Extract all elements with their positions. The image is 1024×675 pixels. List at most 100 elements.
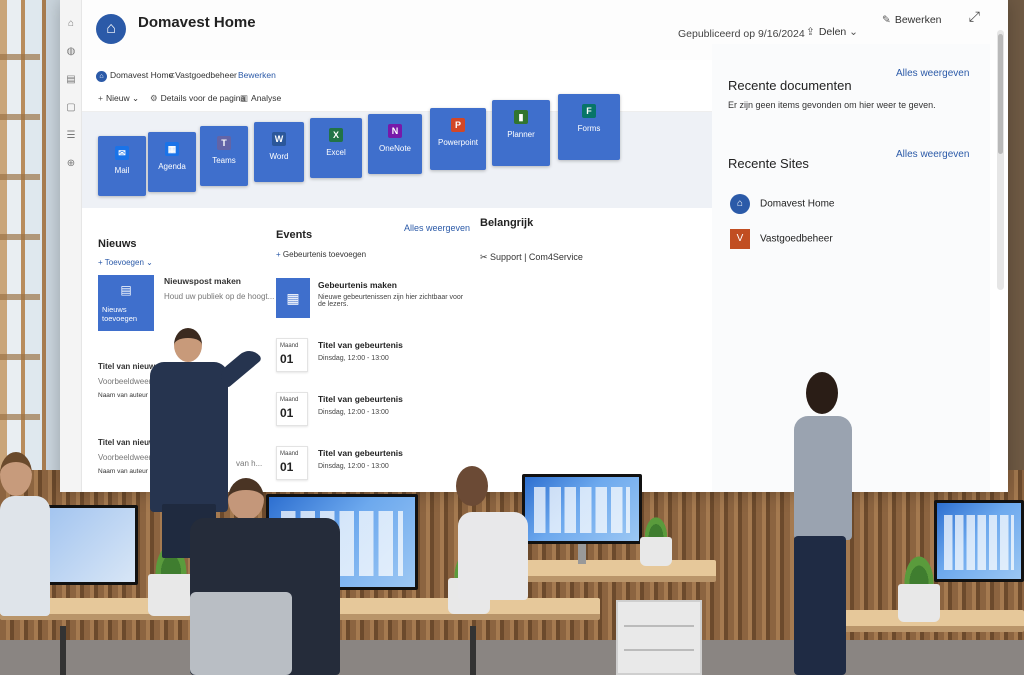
tools-icon: ✂ [480, 252, 491, 262]
recent-site-name: Vastgoedbeheer [760, 233, 833, 245]
monitor [522, 474, 642, 544]
mail-icon: ✉ [115, 146, 129, 160]
chevron-down-icon: ⌄ [131, 93, 140, 103]
news-make-title[interactable]: Nieuwspost maken [164, 276, 241, 286]
chair [190, 592, 292, 675]
file-cabinet [616, 600, 702, 675]
add-news-tile[interactable]: ▤ Nieuws toevoegen [98, 275, 154, 331]
list-rail-icon[interactable]: ☰ [65, 130, 77, 142]
file-rail-icon[interactable]: ▢ [65, 102, 77, 114]
excel-icon: X [329, 128, 343, 142]
event-title[interactable]: Titel van gebeurtenis [318, 394, 403, 404]
recent-sites-see-all-link[interactable]: Alles weergeven [896, 149, 969, 160]
chevron-down-icon: ⌄ [146, 258, 153, 267]
page-details-button[interactable]: ⚙ Details voor de pagina [150, 93, 245, 104]
powerpoint-icon: P [451, 118, 465, 132]
home-icon: ⌂ [106, 20, 116, 37]
desk-leg [60, 626, 66, 675]
planner-icon: ▮ [514, 110, 528, 124]
page-details-label: Details voor de pagina [160, 93, 246, 103]
app-tile-excel[interactable]: X Excel [310, 118, 362, 178]
tile-label: Excel [326, 148, 346, 157]
home-icon: ⌂ [96, 71, 107, 82]
add-event-label: Gebeurtenis toevoegen [282, 250, 367, 259]
important-heading: Belangrijk [480, 217, 534, 229]
calendar-icon[interactable]: ▦ [276, 278, 310, 318]
news-post-title[interactable]: Titel van nieuw [98, 438, 155, 447]
news-add-label: Toevoegen [104, 258, 144, 267]
event-month: Maand [280, 451, 299, 457]
left-man-person [0, 452, 54, 622]
event-make-title[interactable]: Gebeurtenis maken [318, 280, 397, 290]
recent-docs-empty: Er zijn geen items gevonden om hier weer… [728, 100, 936, 110]
add-event-button[interactable]: + Gebeurtenis toevoegen [276, 250, 366, 259]
event-day: 01 [280, 460, 294, 474]
news-rail-icon[interactable]: ▤ [65, 74, 77, 86]
event-day: 01 [280, 352, 294, 366]
app-tile-mail[interactable]: ✉ Mail [98, 136, 146, 196]
teams-icon: T [217, 136, 231, 150]
analytics-label: Analyse [251, 93, 282, 103]
news-icon: ▤ [120, 283, 132, 297]
nav-item-label: Domavest Home [110, 70, 174, 80]
app-tile-planner[interactable]: ▮ Planner [492, 100, 550, 166]
event-make-desc: Nieuwe gebeurtenissen zijn hier zichtbaa… [318, 294, 464, 308]
event-time: Dinsdag, 12:00 - 13:00 [318, 463, 389, 470]
news-post-author: Naam van auteur [98, 468, 148, 475]
new-label: Nieuw [105, 93, 130, 103]
support-link-label: Support | Com4Service [490, 252, 583, 262]
event-title[interactable]: Titel van gebeurtenis [318, 340, 403, 350]
event-month: Maand [280, 397, 299, 403]
app-tile-word[interactable]: W Word [254, 122, 304, 182]
analytics-button[interactable]: ▥ Analyse [240, 93, 281, 104]
news-heading: Nieuws [98, 238, 137, 250]
nav-item-vastgoedbeheer[interactable]: ⊂Vastgoedbeheer [168, 70, 237, 81]
event-title[interactable]: Titel van gebeurtenis [318, 448, 403, 458]
edit-button[interactable]: ✎ Bewerken [882, 14, 942, 26]
word-icon: W [272, 132, 286, 146]
app-rail: ⌂ ◍ ▤ ▢ ☰ ⊕ [60, 0, 82, 492]
support-link[interactable]: ✂ Support | Com4Service [480, 252, 583, 263]
site-title[interactable]: Domavest Home [138, 14, 256, 31]
app-tile-forms[interactable]: F Forms [558, 94, 620, 160]
globe-rail-icon[interactable]: ◍ [65, 46, 77, 58]
app-tile-agenda[interactable]: ▦ Agenda [148, 132, 196, 192]
gear-icon: ⚙ [150, 93, 158, 103]
plus-icon: + [98, 258, 105, 267]
news-add-button[interactable]: + Toevoegen ⌄ [98, 258, 153, 267]
share-button[interactable]: ⇪ Delen ⌄ [806, 26, 862, 38]
home-rail-icon[interactable]: ⌂ [65, 18, 77, 30]
nav-item-label: Vastgoedbeheer [175, 70, 237, 80]
events-see-all-link[interactable]: Alles weergeven [404, 223, 470, 233]
nav-item-home[interactable]: ⌂ Domavest Home [96, 70, 173, 82]
event-date: Maand 01 [276, 446, 308, 480]
app-tile-powerpoint[interactable]: P Powerpoint [430, 108, 486, 170]
new-button[interactable]: + Nieuw ⌄ [98, 93, 139, 104]
app-tile-onenote[interactable]: N OneNote [368, 114, 422, 174]
tile-label: Mail [114, 166, 130, 175]
event-time: Dinsdag, 12:00 - 13:00 [318, 409, 389, 416]
recent-site-item[interactable]: ⌂ Domavest Home [730, 194, 834, 214]
share-icon: ⇪ [806, 26, 815, 38]
pencil-icon: ✎ [882, 14, 891, 26]
plant [898, 552, 940, 622]
share-label: Delen [818, 26, 847, 38]
home-icon: ⌂ [730, 194, 750, 214]
news-make-desc: Houd uw publiek op de hoogt... [164, 292, 275, 301]
page-scrollbar[interactable] [997, 30, 1004, 290]
calendar-icon: ▦ [165, 142, 179, 156]
tile-label: Planner [507, 130, 535, 139]
news-tile-label: Nieuws toevoegen [102, 305, 138, 323]
app-tile-teams[interactable]: T Teams [200, 126, 248, 186]
site-logo[interactable]: ⌂ [96, 14, 126, 44]
nav-edit-link[interactable]: Bewerken [238, 70, 276, 80]
monitor [934, 500, 1024, 582]
tile-label: Powerpoint [437, 138, 479, 147]
expand-icon[interactable]: ⤢ [969, 8, 980, 25]
recent-site-item[interactable]: V Vastgoedbeheer [730, 229, 833, 249]
tile-label: Agenda [158, 162, 186, 171]
add-rail-icon[interactable]: ⊕ [65, 158, 77, 170]
recent-docs-see-all-link[interactable]: Alles weergeven [896, 68, 969, 79]
onenote-icon: N [388, 124, 402, 138]
event-date: Maand 01 [276, 338, 308, 372]
